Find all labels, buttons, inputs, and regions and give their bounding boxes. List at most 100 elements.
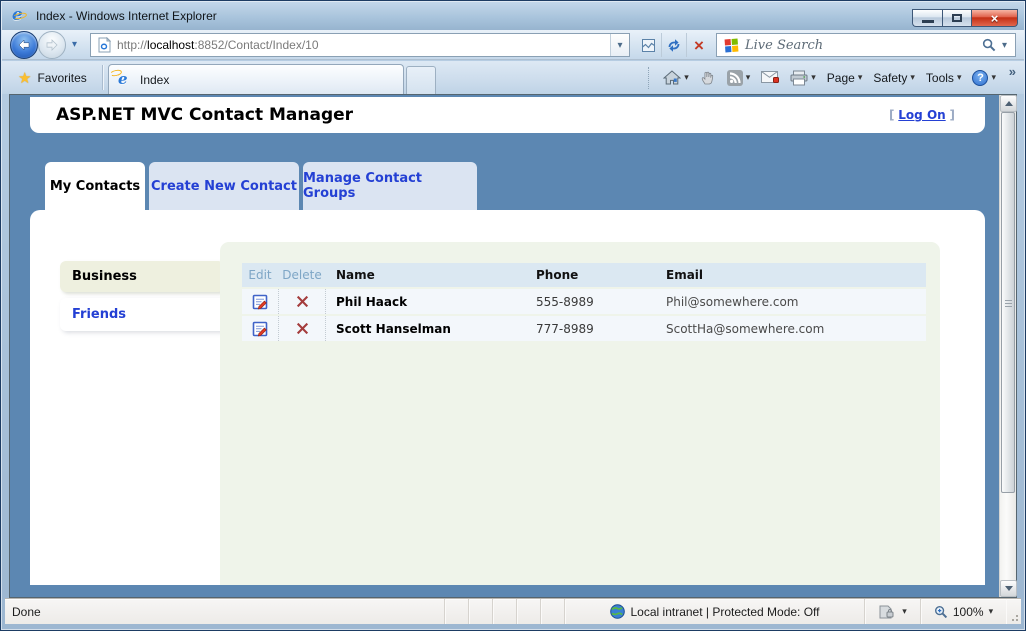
status-cell xyxy=(444,599,468,624)
home-dropdown-caret[interactable]: ▾ xyxy=(684,72,689,83)
scroll-down-button[interactable] xyxy=(1000,580,1017,597)
feeds-dropdown-caret[interactable]: ▾ xyxy=(746,72,751,83)
browser-tab-title: Index xyxy=(140,72,170,87)
help-button[interactable]: ? ▾ xyxy=(970,69,998,86)
contacts-table: Edit Delete Name Phone Email Phil Haack … xyxy=(242,263,926,341)
web-page: ASP.NET MVC Contact Manager [ Log On ] M… xyxy=(10,95,999,597)
table-row: Phil Haack 555-8989 Phil@somewhere.com xyxy=(242,289,926,314)
feeds-button[interactable]: ▾ xyxy=(725,69,753,86)
security-zone[interactable]: Local intranet | Protected Mode: Off xyxy=(564,599,864,624)
search-input[interactable]: Live Search xyxy=(745,38,976,53)
back-button[interactable] xyxy=(10,31,38,59)
print-dropdown-caret[interactable]: ▾ xyxy=(811,72,816,83)
edit-button[interactable] xyxy=(242,289,278,314)
content-panel: Business Friends Edit Delete Name Phone … xyxy=(30,210,985,585)
scrollbar-grip xyxy=(1005,300,1012,308)
safety-menu-label: Safety xyxy=(873,70,908,85)
scroll-up-icon xyxy=(1004,101,1013,106)
zone-text: Local intranet | Protected Mode: Off xyxy=(630,604,820,619)
back-arrow-icon xyxy=(18,39,30,51)
edit-button[interactable] xyxy=(242,316,278,341)
zoom-magnifier-icon xyxy=(934,605,947,618)
window-controls: × xyxy=(912,9,1018,27)
home-icon xyxy=(663,70,682,85)
page-menu-button[interactable]: Page ▾ xyxy=(825,71,865,85)
search-options-dropdown[interactable]: ▾ xyxy=(1002,40,1007,51)
browser-tab-index[interactable]: e Index xyxy=(108,64,404,94)
status-text: Done xyxy=(12,604,41,619)
status-cell xyxy=(540,599,564,624)
compatibility-view-icon xyxy=(642,38,655,52)
contact-phone: 555-8989 xyxy=(536,294,594,309)
tab-my-contacts[interactable]: My Contacts xyxy=(45,162,145,210)
new-tab-button[interactable] xyxy=(406,66,436,94)
globe-icon xyxy=(609,604,625,619)
print-button[interactable]: ▾ xyxy=(788,70,818,86)
refresh-button[interactable] xyxy=(661,33,686,57)
page-menu-label: Page xyxy=(826,70,855,85)
favorites-button[interactable]: ★ Favorites xyxy=(10,65,95,90)
url-text[interactable]: http://localhost:8852/Contact/Index/10 xyxy=(117,38,610,52)
toolbar-overflow-chevron[interactable]: » xyxy=(1009,64,1016,79)
vertical-scrollbar[interactable] xyxy=(999,95,1017,597)
delete-x-icon xyxy=(296,322,308,335)
close-button[interactable]: × xyxy=(972,9,1018,27)
title-bar[interactable]: e Index - Windows Internet Explorer × xyxy=(2,2,1024,30)
group-item-business[interactable]: Business xyxy=(60,261,224,292)
header-delete: Delete xyxy=(282,268,322,282)
chevron-down-icon: ▾ xyxy=(617,39,623,51)
delete-x-icon xyxy=(296,295,308,308)
status-cell xyxy=(492,599,516,624)
browser-window: e Index - Windows Internet Explorer × ▾ … xyxy=(0,0,1026,631)
header-name: Name xyxy=(336,268,375,282)
refresh-icon xyxy=(668,38,680,52)
edit-icon xyxy=(252,294,268,309)
search-box[interactable]: Live Search ▾ xyxy=(716,33,1016,57)
group-item-friends[interactable]: Friends xyxy=(60,298,233,331)
log-on-link[interactable]: Log On xyxy=(898,108,945,122)
contact-phone: 777-8989 xyxy=(536,321,594,336)
compatibility-view-button[interactable] xyxy=(636,33,661,57)
recent-pages-dropdown[interactable]: ▾ xyxy=(72,39,77,50)
tab-create-new-contact[interactable]: Create New Contact xyxy=(149,162,299,210)
address-dropdown-button[interactable]: ▾ xyxy=(610,34,629,56)
scrollbar-thumb[interactable] xyxy=(1001,112,1015,493)
delete-button[interactable] xyxy=(278,316,326,341)
zoom-level: 100% xyxy=(952,604,984,619)
search-icon[interactable] xyxy=(982,38,996,52)
delete-button[interactable] xyxy=(278,289,326,314)
address-bar[interactable]: http://localhost:8852/Contact/Index/10 ▾ xyxy=(90,33,630,57)
scroll-up-button[interactable] xyxy=(1000,95,1017,112)
login-open-bracket: [ xyxy=(888,108,895,122)
header-edit: Edit xyxy=(248,268,272,282)
safety-menu-button[interactable]: Safety ▾ xyxy=(871,71,917,85)
favorites-separator xyxy=(102,65,103,90)
forward-button[interactable] xyxy=(38,31,66,59)
tab-manage-contact-groups[interactable]: Manage Contact Groups xyxy=(303,162,477,210)
tools-menu-button[interactable]: Tools ▾ xyxy=(924,71,964,85)
contact-email: Phil@somewhere.com xyxy=(666,294,799,309)
browser-viewport: ASP.NET MVC Contact Manager [ Log On ] M… xyxy=(9,94,1017,598)
page-icon xyxy=(98,37,111,53)
site-header: ASP.NET MVC Contact Manager [ Log On ] xyxy=(30,97,985,133)
stop-button[interactable]: × xyxy=(686,33,711,57)
maximize-button[interactable] xyxy=(942,9,972,27)
command-bar: ▾ ▾ ▾ Page ▾ Safety ▾ Tools ▾ ? ▾ xyxy=(648,65,998,90)
home-button[interactable]: ▾ xyxy=(661,70,691,85)
minimize-button[interactable] xyxy=(912,9,942,27)
navigation-bar: ▾ http://localhost:8852/Contact/Index/10… xyxy=(2,30,1024,60)
forward-arrow-icon xyxy=(46,39,58,51)
stop-icon: × xyxy=(694,35,704,55)
hand-icon xyxy=(701,71,713,85)
contacts-panel: Edit Delete Name Phone Email Phil Haack … xyxy=(220,242,940,585)
zoom-control[interactable]: 100% ▾ xyxy=(920,599,1006,624)
favorites-bar: ★ Favorites e Index ▾ ▾ ▾ Page ▾ Safety … xyxy=(2,61,1024,94)
contact-name: Phil Haack xyxy=(336,294,408,309)
tools-menu-caret: ▾ xyxy=(956,72,962,82)
privacy-settings-button[interactable]: ▾ xyxy=(864,599,920,624)
zoom-dropdown-caret: ▾ xyxy=(988,606,994,616)
suggested-sites-button[interactable] xyxy=(698,70,718,85)
resize-grip[interactable] xyxy=(1006,599,1021,624)
status-bar: Done Local intranet | Protected Mode: Of… xyxy=(5,598,1021,624)
read-mail-button[interactable] xyxy=(759,71,781,84)
